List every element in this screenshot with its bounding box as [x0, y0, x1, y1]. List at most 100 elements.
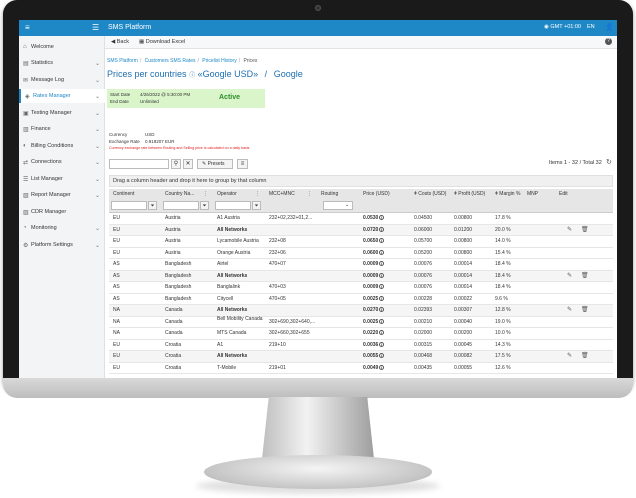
- search-input[interactable]: [109, 159, 169, 169]
- table-row[interactable]: AS Bangladesh Banglalink 470+03 0.0009 i 0.000…: [109, 282, 613, 294]
- price-info-icon[interactable]: i: [379, 215, 385, 221]
- download-excel-button[interactable]: ▦ Download Excel: [139, 39, 185, 45]
- edit-icon[interactable]: ✎: [567, 306, 572, 313]
- column-header-edit[interactable]: Edit: [559, 191, 568, 197]
- clear-search-icon[interactable]: ✕: [183, 159, 193, 169]
- group-drop-area[interactable]: Drag a column header and drop it here to…: [109, 175, 613, 187]
- sidebar-item-rates-manager[interactable]: ◈ Rates Manager ⌄: [19, 89, 105, 103]
- column-header-continent[interactable]: Continent: [113, 191, 134, 197]
- filter-input-continent[interactable]: [111, 201, 147, 210]
- chevron-down-icon[interactable]: ⌄: [95, 225, 105, 232]
- sidebar-item-connections[interactable]: ⇄ Connections ⌄: [19, 155, 105, 169]
- price-info-icon[interactable]: i: [379, 307, 385, 313]
- table-row[interactable]: AS Bangladesh Airtel 470+07 0.0009 i 0.00076 0.…: [109, 259, 613, 271]
- price-info-icon[interactable]: i: [379, 261, 385, 267]
- chevron-down-icon[interactable]: ⌄: [95, 60, 105, 67]
- sidebar-item-monitoring[interactable]: ◔ Monitoring ⌄: [19, 221, 105, 235]
- table-row[interactable]: EU Croatia T-Mobile 219+01 0.0049 i 0.00435 0.0…: [109, 363, 613, 374]
- price-info-icon[interactable]: i: [379, 295, 385, 301]
- column-header-operator[interactable]: Operator: [217, 191, 237, 197]
- filter-input-operator[interactable]: [215, 201, 251, 210]
- trash-icon[interactable]: 🗑: [581, 272, 589, 279]
- table-row[interactable]: EU Austria Lycamobile Austria 232+08 0.0650 i…: [109, 236, 613, 248]
- chevron-down-icon[interactable]: ⌄: [95, 110, 105, 117]
- price-info-icon[interactable]: i: [379, 249, 385, 255]
- sidebar-item-report-manager[interactable]: ▧ Report Manager ⌄: [19, 188, 105, 202]
- search-icon[interactable]: ⚲: [171, 159, 181, 169]
- table-row[interactable]: NA Canada MTS Canada 302+660,302+655 0.0220 i…: [109, 328, 613, 340]
- price-info-icon[interactable]: i: [379, 364, 385, 370]
- chevron-down-icon[interactable]: ⌄: [95, 176, 105, 183]
- column-header-price[interactable]: Price (USD): [363, 191, 390, 197]
- sidebar-item-statistics[interactable]: ▤ Statistics ⌄: [19, 56, 105, 70]
- edit-icon[interactable]: ✎: [567, 226, 572, 233]
- sidebar-item-finance[interactable]: ▥ Finance ⌄: [19, 122, 105, 136]
- column-settings-icon[interactable]: ⋮: [203, 191, 208, 197]
- chevron-down-icon[interactable]: ⌄: [95, 192, 105, 199]
- price-info-icon[interactable]: i: [379, 318, 385, 324]
- chevron-down-icon[interactable]: ⌄: [95, 126, 105, 133]
- filter-icon[interactable]: ⏷: [200, 201, 209, 210]
- column-header-country[interactable]: Country Na...: [165, 191, 194, 197]
- price-info-icon[interactable]: i: [379, 226, 385, 232]
- table-row[interactable]: EU Croatia A1 219+10 0.0036 i 0.00315 0.00045 14…: [109, 340, 613, 351]
- help-icon[interactable]: ?: [605, 38, 612, 45]
- edit-icon[interactable]: ✎: [567, 352, 572, 359]
- table-row[interactable]: EU Croatia All Networks 0.0055 i 0.00468 0.000…: [109, 351, 613, 363]
- table-row[interactable]: EU Austria Orange Austria 232+06 0.0600 i 0.05…: [109, 248, 613, 259]
- breadcrumb-sms-platform[interactable]: SMS Platform: [107, 58, 138, 64]
- price-info-icon[interactable]: i: [379, 353, 385, 359]
- chevron-down-icon[interactable]: ⌄: [95, 77, 105, 84]
- column-menu-icon[interactable]: ≡: [237, 159, 248, 169]
- table-row[interactable]: EU Austria All Networks 0.0720 i 0.06000 0.012…: [109, 224, 613, 236]
- filter-input-country[interactable]: [163, 201, 199, 210]
- breadcrumb-customers-rates[interactable]: Customers SMS Rates: [145, 58, 196, 64]
- price-info-icon[interactable]: i: [379, 272, 385, 278]
- table-row[interactable]: NA Canada All Networks 0.0270 i 0.02393 0.0030…: [109, 305, 613, 317]
- filter-icon[interactable]: ⏷: [252, 201, 261, 210]
- sidebar-toggle-icon[interactable]: ☰: [92, 24, 99, 32]
- sidebar-item-platform-settings[interactable]: ⚙ Platform Settings ⌄: [19, 238, 105, 252]
- edit-icon[interactable]: ✎: [567, 272, 572, 279]
- chevron-down-icon[interactable]: ⌄: [95, 143, 105, 150]
- table-row[interactable]: EU Austria A1 Austria 232+02,232+01,2... 0.0…: [109, 213, 613, 225]
- chevron-down-icon[interactable]: ⌄: [95, 242, 105, 249]
- column-header-margin[interactable]: ǂ Margin %: [495, 191, 520, 197]
- presets-button[interactable]: ✎ Presets: [197, 159, 233, 169]
- column-header-mnp[interactable]: MNP: [527, 191, 538, 197]
- sidebar-item-cdr-manager[interactable]: ▨ CDR Manager: [19, 205, 105, 219]
- price-info-icon[interactable]: i: [379, 330, 385, 336]
- column-settings-icon[interactable]: ⋮: [307, 191, 312, 197]
- back-button[interactable]: ◀ Back: [111, 39, 129, 45]
- breadcrumb-pricelist-history[interactable]: Pricelist History: [202, 58, 236, 64]
- sidebar-item-welcome[interactable]: ⌂ Welcome: [19, 40, 105, 54]
- timezone-selector[interactable]: ◉ GMT +01:00: [544, 24, 581, 30]
- sidebar-item-message-log[interactable]: ✉ Message Log ⌄: [19, 73, 105, 87]
- trash-icon[interactable]: 🗑: [581, 226, 589, 233]
- trash-icon[interactable]: 🗑: [581, 306, 589, 313]
- user-icon[interactable]: 👤: [605, 23, 614, 31]
- table-row[interactable]: NA Canada Bell Mobility Canada 302+690,302+…: [109, 316, 613, 328]
- table-row[interactable]: AS Bangladesh Citycell 470+05 0.0025 i 0.00228…: [109, 294, 613, 305]
- column-header-costs[interactable]: ǂ Costs (USD): [414, 191, 446, 197]
- menu-icon[interactable]: ≡: [25, 24, 30, 32]
- sidebar-item-list-manager[interactable]: ☰ List Manager ⌄: [19, 172, 105, 186]
- sidebar-item-billing-conditions[interactable]: ◐ Billing Conditions ⌄: [19, 139, 105, 153]
- sidebar-item-testing-manager[interactable]: ▣ Testing Manager ⌄: [19, 106, 105, 120]
- price-info-icon[interactable]: i: [379, 284, 385, 290]
- info-icon[interactable]: ⓘ: [189, 73, 195, 79]
- chevron-down-icon[interactable]: ⌄: [95, 159, 105, 166]
- refresh-icon[interactable]: ↻: [606, 158, 612, 166]
- price-info-icon[interactable]: i: [379, 341, 385, 347]
- monitor-chin: [3, 378, 633, 398]
- column-header-routing[interactable]: Routing: [321, 191, 338, 197]
- column-header-mcc-mnc[interactable]: MCC+MNC: [269, 191, 295, 197]
- filter-icon[interactable]: ⏷: [148, 201, 157, 210]
- chevron-down-icon[interactable]: ⌄: [95, 93, 105, 100]
- language-selector[interactable]: EN: [587, 24, 595, 30]
- table-row[interactable]: AS Bangladesh All Networks 0.0009 i 0.00076 0.…: [109, 270, 613, 282]
- trash-icon[interactable]: 🗑: [581, 352, 589, 359]
- column-settings-icon[interactable]: ⋮: [255, 191, 260, 197]
- column-header-profit[interactable]: ǂ Profit (USD): [454, 191, 485, 197]
- price-info-icon[interactable]: i: [379, 238, 385, 244]
